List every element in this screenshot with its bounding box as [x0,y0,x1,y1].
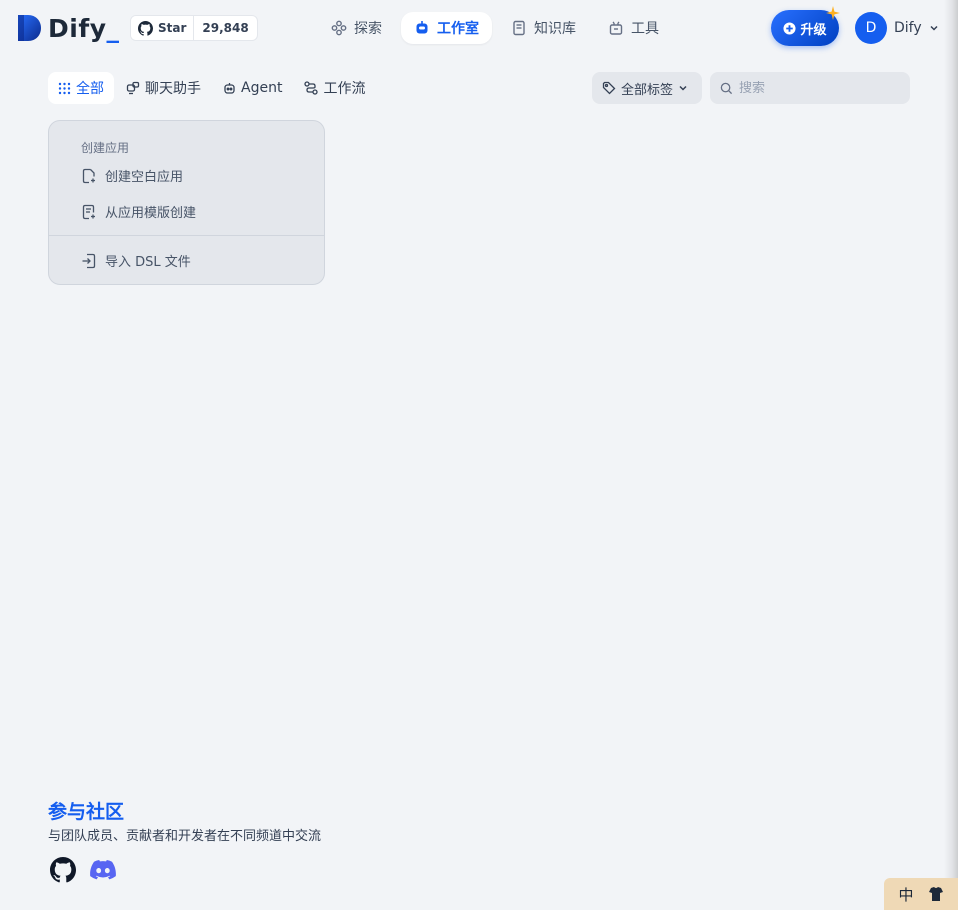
dify-logo-icon [18,15,41,41]
sparkle-icon [826,6,840,20]
user-menu[interactable]: D Dify [855,12,939,44]
tag-filter-dropdown[interactable]: 全部标签 [592,72,702,104]
tab-agent-label: Agent [241,80,283,96]
ime-status-widget[interactable]: 中 [884,878,958,910]
main-nav: 探索 工作室 知识库 工具 [318,12,672,44]
grid-icon [58,82,71,94]
import-icon [82,253,96,268]
tab-all-label: 全部 [76,81,104,97]
create-from-template-label: 从应用模版创建 [105,206,197,221]
nav-studio-label: 工作室 [437,21,479,37]
create-from-template-button[interactable]: 从应用模版创建 [81,202,196,221]
github-icon [138,20,153,36]
nav-explore[interactable]: 探索 [318,12,395,44]
workflow-icon [304,81,319,95]
github-star-count[interactable]: 29,848 [193,16,256,40]
import-dsl-button[interactable]: 导入 DSL 文件 [81,251,191,270]
avatar[interactable]: D [855,12,887,44]
community-title: 参与社区 [48,801,125,823]
template-icon [82,204,95,219]
nav-studio[interactable]: 工作室 [401,12,492,44]
create-blank-app-button[interactable]: 创建空白应用 [81,166,183,185]
community-links [50,857,116,883]
nav-tools-label: 工具 [631,21,659,37]
top-header: Dify_ Star 29,848 探索 工作室 知识库 工具 升级 D Dif… [0,0,944,56]
upgrade-label: 升级 [800,22,827,38]
search-box[interactable] [710,72,910,104]
create-app-title: 创建应用 [81,141,130,155]
tab-chat-assistant-label: 聊天助手 [145,81,201,97]
robot-icon [416,21,428,34]
upgrade-icon [783,21,797,35]
tab-workflow[interactable]: 工作流 [294,72,375,104]
search-input[interactable] [739,80,899,96]
book-icon [513,20,525,36]
tab-workflow-label: 工作流 [323,81,366,97]
user-name: Dify [894,20,922,36]
window-edge-shadow [944,0,958,910]
github-icon[interactable] [50,857,76,883]
create-app-card: 创建应用 创建空白应用 从应用模版创建 导入 DSL 文件 [48,120,325,285]
logo-underscore: _ [106,13,120,43]
dify-logo[interactable]: Dify_ [16,13,120,43]
ime-skin-icon [928,887,943,901]
tab-chat-assistant[interactable]: 聊天助手 [116,72,211,104]
chevron-down-icon [930,25,938,31]
nav-knowledge[interactable]: 知识库 [498,12,589,44]
chat-bot-icon [126,81,140,95]
tab-all[interactable]: 全部 [48,72,114,104]
file-plus-icon [82,168,95,183]
create-card-divider [49,235,324,236]
chevron-down-icon [679,85,687,91]
nav-knowledge-label: 知识库 [534,21,576,37]
search-icon [720,82,733,94]
explore-icon [331,20,347,36]
nav-explore-label: 探索 [354,21,382,37]
github-star-button[interactable]: Star [131,16,194,40]
app-type-tabs: 全部 聊天助手 Agent 工作流 [48,72,375,104]
logo-text: Dify [48,13,107,43]
tag-icon [602,81,616,95]
nav-tools[interactable]: 工具 [595,12,672,44]
create-blank-app-label: 创建空白应用 [105,170,184,185]
tab-agent[interactable]: Agent [213,72,292,104]
github-star-label: Star [158,21,187,35]
discord-icon[interactable] [90,859,116,881]
import-dsl-label: 导入 DSL 文件 [105,255,191,270]
tag-filter-label: 全部标签 [621,82,674,98]
ime-mode-label: 中 [898,885,914,904]
toolbox-icon [609,21,623,35]
community-description: 与团队成员、贡献者和开发者在不同频道中交流 [48,829,322,844]
github-star-widget[interactable]: Star 29,848 [130,15,258,41]
agent-icon [224,82,235,94]
